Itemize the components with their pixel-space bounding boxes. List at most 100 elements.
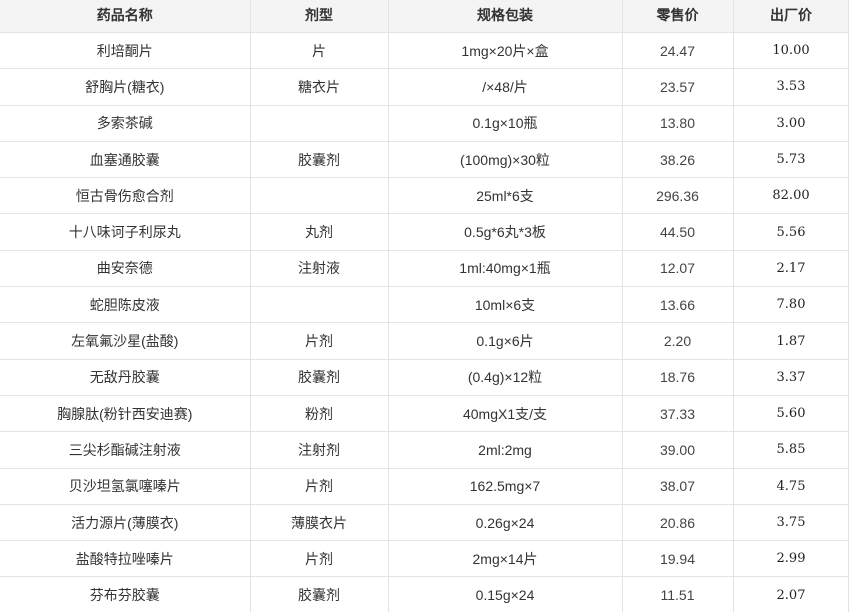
cell-factory-price: 4.75: [732, 467, 850, 505]
cell-dosage-form: 片剂: [249, 322, 389, 360]
cell-retail-price: 18.76: [621, 358, 734, 396]
header-retail-price: 零售价: [621, 0, 734, 33]
cell-dosage-form: 丸剂: [249, 213, 389, 251]
cell-dosage-form: [249, 104, 389, 142]
cell-retail-price: 38.07: [621, 467, 734, 505]
cell-dosage-form: [249, 177, 389, 215]
cell-retail-price: 24.47: [621, 31, 734, 70]
table-row: 蛇胆陈皮液 10ml×6支 13.66 7.80: [0, 286, 850, 324]
cell-spec-package: 0.1g×10瓶: [387, 104, 623, 142]
cell-factory-price: 2.99: [732, 540, 850, 578]
cell-spec-package: 25ml*6支: [387, 177, 623, 215]
cell-dosage-form: 胶囊剂: [249, 576, 389, 612]
cell-factory-price: 3.00: [732, 104, 850, 142]
drug-price-table-page: 药品名称 剂型 规格包装 零售价 出厂价 利培酮片片 1mg×20片×盒 24.47…: [0, 0, 853, 612]
cell-factory-price: 3.37: [732, 358, 850, 396]
cell-drug-name: 利培酮片: [0, 31, 251, 70]
table-row: 多索茶碱 0.1g×10瓶 13.80 3.00: [0, 104, 850, 142]
cell-spec-package: 0.1g×6片: [387, 322, 623, 360]
drug-price-table: 药品名称 剂型 规格包装 零售价 出厂价 利培酮片片 1mg×20片×盒 24.47…: [0, 0, 850, 612]
cell-spec-package: 0.5g*6丸*3板: [387, 213, 623, 251]
cell-spec-package: 0.26g×24: [387, 503, 623, 542]
table-row: 胸腺肽(粉针西安迪赛) 粉剂 40mgX1支/支 37.33 5.60: [0, 394, 850, 433]
table-row: 无敌丹胶囊 胶囊剂 (0.4g)×12粒 18.76 3.37: [0, 358, 850, 396]
right-scroll-edge: [848, 0, 853, 612]
cell-retail-price: 13.80: [621, 104, 734, 142]
cell-drug-name: 血塞通胶囊: [0, 140, 251, 179]
cell-dosage-form: 注射剂: [249, 431, 389, 469]
table-row: 贝沙坦氢氯噻嗪片 片剂 162.5mg×7 38.07 4.75: [0, 467, 850, 505]
cell-drug-name: 曲安奈德: [0, 249, 251, 288]
cell-retail-price: 39.00: [621, 431, 734, 469]
table-row: 恒古骨伤愈合剂 25ml*6支 296.36 82.00: [0, 177, 850, 215]
cell-factory-price: 10.00: [732, 31, 850, 70]
cell-spec-package: (100mg)×30粒: [387, 140, 623, 179]
cell-retail-price: 2.20: [621, 322, 734, 360]
table-row: 十八味诃子利尿丸 丸剂 0.5g*6丸*3板 44.50 5.56: [0, 213, 850, 251]
table-row: 盐酸特拉唑嗪片 片剂 2mg×14片 19.94 2.99: [0, 540, 850, 578]
cell-dosage-form: [249, 286, 389, 324]
cell-factory-price: 1.87: [732, 322, 850, 360]
cell-drug-name: 三尖杉酯碱注射液: [0, 431, 251, 469]
cell-dosage-form: 注射液: [249, 249, 389, 288]
header-drug-name: 药品名称: [0, 0, 251, 33]
table-row: 三尖杉酯碱注射液 注射剂 2ml:2mg 39.00 5.85: [0, 431, 850, 469]
cell-retail-price: 20.86: [621, 503, 734, 542]
table-row: 舒胸片(糖衣) 糖衣片/×48/片 23.57 3.53: [0, 68, 850, 106]
cell-drug-name: 多索茶碱: [0, 104, 251, 142]
cell-dosage-form: 片: [249, 31, 389, 70]
cell-spec-package: 40mgX1支/支: [387, 394, 623, 433]
cell-spec-package: 0.15g×24: [387, 576, 623, 612]
cell-retail-price: 296.36: [621, 177, 734, 215]
cell-retail-price: 38.26: [621, 140, 734, 179]
cell-spec-package: 2mg×14片: [387, 540, 623, 578]
cell-dosage-form: 薄膜衣片: [249, 503, 389, 542]
cell-dosage-form: 片剂: [249, 467, 389, 505]
cell-dosage-form: 胶囊剂: [249, 358, 389, 396]
cell-drug-name: 恒古骨伤愈合剂: [0, 177, 251, 215]
cell-drug-name: 舒胸片(糖衣): [0, 68, 251, 106]
cell-spec-package: 1mg×20片×盒: [387, 31, 623, 70]
table-header-row: 药品名称 剂型 规格包装 零售价 出厂价: [0, 0, 850, 33]
cell-drug-name: 蛇胆陈皮液: [0, 286, 251, 324]
cell-dosage-form: 胶囊剂: [249, 140, 389, 179]
cell-retail-price: 19.94: [621, 540, 734, 578]
cell-drug-name: 左氧氟沙星(盐酸): [0, 322, 251, 360]
cell-retail-price: 12.07: [621, 249, 734, 288]
table-row: 利培酮片片 1mg×20片×盒 24.47 10.00: [0, 31, 850, 70]
cell-factory-price: 3.75: [732, 503, 850, 542]
cell-retail-price: 37.33: [621, 394, 734, 433]
cell-retail-price: 44.50: [621, 213, 734, 251]
header-dosage-form: 剂型: [249, 0, 389, 33]
cell-factory-price: 5.73: [732, 140, 850, 179]
header-spec-package: 规格包装: [387, 0, 623, 33]
cell-retail-price: 11.51: [621, 576, 734, 612]
table-row: 芬布芬胶囊 胶囊剂 0.15g×24 11.51 2.07: [0, 576, 850, 612]
cell-drug-name: 十八味诃子利尿丸: [0, 213, 251, 251]
cell-dosage-form: 糖衣片: [249, 68, 389, 106]
cell-factory-price: 7.80: [732, 286, 850, 324]
cell-factory-price: 2.17: [732, 249, 850, 288]
cell-spec-package: (0.4g)×12粒: [387, 358, 623, 396]
cell-factory-price: 3.53: [732, 68, 850, 106]
cell-drug-name: 活力源片(薄膜衣): [0, 503, 251, 542]
header-factory-price: 出厂价: [732, 0, 850, 33]
cell-factory-price: 5.56: [732, 213, 850, 251]
cell-spec-package: 162.5mg×7: [387, 467, 623, 505]
cell-drug-name: 胸腺肽(粉针西安迪赛): [0, 394, 251, 433]
cell-spec-package: /×48/片: [387, 68, 623, 106]
cell-drug-name: 贝沙坦氢氯噻嗪片: [0, 467, 251, 505]
cell-factory-price: 5.60: [732, 394, 850, 433]
table-row: 活力源片(薄膜衣) 薄膜衣片 0.26g×24 20.86 3.75: [0, 503, 850, 542]
cell-factory-price: 82.00: [732, 177, 850, 215]
cell-spec-package: 2ml:2mg: [387, 431, 623, 469]
cell-drug-name: 盐酸特拉唑嗪片: [0, 540, 251, 578]
cell-retail-price: 23.57: [621, 68, 734, 106]
cell-spec-package: 10ml×6支: [387, 286, 623, 324]
table-row: 曲安奈德 注射液 1ml:40mg×1瓶 12.07 2.17: [0, 249, 850, 288]
table-row: 左氧氟沙星(盐酸) 片剂 0.1g×6片 2.20 1.87: [0, 322, 850, 360]
cell-factory-price: 5.85: [732, 431, 850, 469]
cell-retail-price: 13.66: [621, 286, 734, 324]
cell-dosage-form: 粉剂: [249, 394, 389, 433]
cell-drug-name: 芬布芬胶囊: [0, 576, 251, 612]
